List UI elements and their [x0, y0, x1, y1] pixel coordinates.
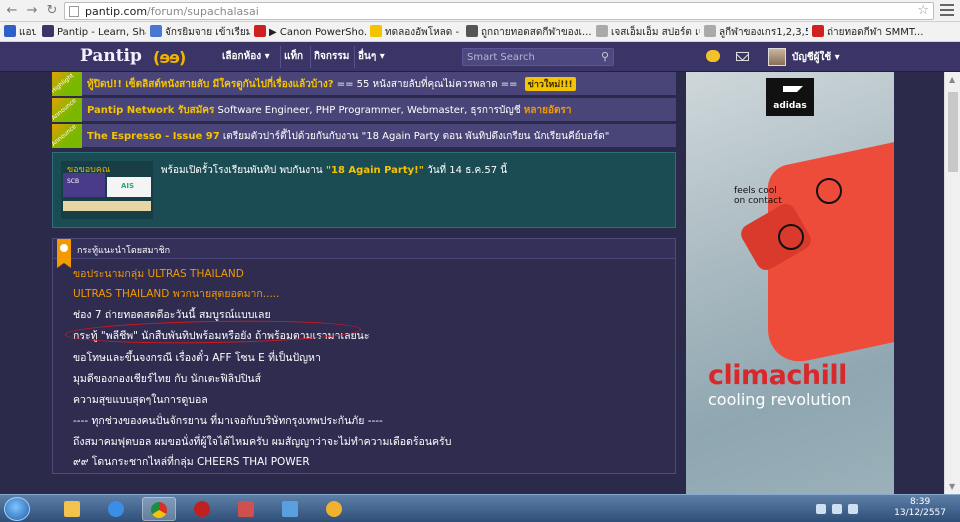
scroll-thumb[interactable] — [948, 92, 958, 172]
topic-link[interactable]: ความสุขแบบสุดๆในการดูบอล — [73, 391, 208, 408]
promo-shelf — [63, 201, 151, 211]
chat-icon[interactable] — [706, 50, 720, 62]
smart-search[interactable]: ⚲ — [462, 48, 614, 66]
bookmark-apps[interactable]: แอป — [4, 25, 36, 39]
user-menu[interactable]: บัญชีผู้ใช้ ▾ — [792, 50, 840, 65]
ribbon-icon — [57, 239, 71, 268]
topic-link[interactable]: มุมดีของกองเชียร์ไทย กับ นักเตะฟิลิปปินส… — [73, 370, 261, 387]
announcement-row[interactable]: Announce Pantip Network รับสมัคร Softwar… — [52, 98, 676, 122]
bookmark-5[interactable]: ถูกถายทอดสดกีฬาของเ... — [466, 25, 592, 39]
page-icon — [596, 25, 608, 37]
browser-toolbar: ← → ↻ pantip.com/forum/supachalasai ☆ — [0, 0, 960, 22]
topic-link[interactable]: ---- ทุกช่วงของคนปั่นจักรยาน ที่มาเจอกับ… — [73, 412, 383, 429]
url-text: pantip.com/forum/supachalasai — [85, 5, 259, 18]
page-icon — [704, 25, 716, 37]
tv-icon — [812, 25, 824, 37]
clock[interactable]: 8:39 13/12/2557 — [894, 497, 946, 519]
explorer-taskbar-icon[interactable] — [56, 497, 90, 521]
announcement-row[interactable]: Highlight ทู้ปิดป!! เซ็ตลิสต์หนังสายลับ … — [52, 72, 676, 96]
star-icon — [370, 25, 382, 37]
sponsor-card-scb: SCB — [63, 173, 105, 197]
system-tray: 8:39 13/12/2557 — [810, 495, 960, 522]
bookmark-2[interactable]: จักรยิมจาย เข้าเรียมชัน... — [150, 25, 250, 39]
announcement-row[interactable]: Announce The Espresso - Issue 97 เตรียมต… — [52, 124, 676, 148]
bookmarks-bar: แอป Pantip - Learn, Shar... จักรยิมจาย เ… — [0, 22, 960, 42]
app-taskbar-icon[interactable] — [318, 497, 352, 521]
nav-choose-room[interactable]: เลือกห้อง ▾ — [222, 42, 270, 72]
flag-icon[interactable] — [848, 504, 858, 514]
topic-link[interactable]: ๙๙ โดนกระชากไหล่ที่กลุ่ม CHEERS THAI POW… — [73, 453, 310, 470]
ad-callout-dot — [778, 224, 804, 250]
pantip-icon — [42, 25, 54, 37]
network-icon[interactable] — [816, 504, 826, 514]
owl-icon — [466, 25, 478, 37]
ad-headline: climachill — [708, 360, 847, 391]
topic-link[interactable]: ขอโทษและขึ้นจงกรณี เรื่องตั๋ว AFF โซน E … — [73, 349, 321, 366]
mail-icon[interactable] — [736, 52, 749, 61]
taskbar: 8:39 13/12/2557 — [0, 494, 960, 522]
announcement-text[interactable]: Pantip Network รับสมัคร Software Enginee… — [87, 103, 571, 118]
snipping-taskbar-icon[interactable] — [230, 497, 264, 521]
bookmark-6[interactable]: เจสเอ็มเอ็ม สปอร์ต เจ... — [596, 25, 700, 39]
forward-icon[interactable]: → — [24, 3, 40, 19]
media-taskbar-icon[interactable] — [186, 497, 220, 521]
site-header: Pantip (ɘɘ) เลือกห้อง ▾ แท็ก กิจกรรม อื่… — [0, 42, 960, 72]
main-content: Highlight ทู้ปิดป!! เซ็ตลิสต์หนังสายลับ … — [52, 72, 676, 522]
paint-taskbar-icon[interactable] — [274, 497, 308, 521]
sponsor-card-ais: AIS — [107, 177, 151, 197]
topic-link[interactable]: ถึงสมาคมฟุตบอล ผมขอนั่งที่ผู้ใจได้ไหมครั… — [73, 433, 451, 450]
reload-icon[interactable]: ↻ — [44, 3, 60, 19]
promo-image[interactable]: ขอขอบคุณ SCB AIS — [61, 161, 153, 219]
page-icon — [150, 25, 162, 37]
ad-tagline: cooling revolution — [708, 390, 852, 409]
recommended-header: กระทู้แนะนำโดยสมาชิก — [53, 239, 675, 268]
recommended-topics: กระทู้แนะนำโดยสมาชิก ขอประนามกลุ่ม ULTRA… — [52, 238, 676, 474]
scroll-up-icon[interactable]: ▲ — [949, 75, 955, 84]
recommended-title: กระทู้แนะนำโดยสมาชิก — [77, 246, 171, 256]
chrome-taskbar-icon[interactable] — [142, 497, 176, 521]
bookmark-7[interactable]: ลูกีฬาของเกร1,2,3,5,6,7 — [704, 25, 808, 39]
back-icon[interactable]: ← — [4, 3, 20, 19]
announcement-text[interactable]: The Espresso - Issue 97 เตรียมตัวปาร์ตี้… — [87, 129, 609, 144]
avatar[interactable] — [768, 48, 786, 66]
nav-more[interactable]: อื่นๆ ▾ — [354, 42, 385, 72]
search-icon[interactable]: ⚲ — [601, 50, 609, 63]
address-bar[interactable]: pantip.com/forum/supachalasai ☆ — [64, 2, 934, 20]
search-input[interactable] — [467, 50, 595, 64]
topic-link[interactable]: ULTRAS THAILAND พวกนายสุดยอดมาก..... — [73, 285, 279, 302]
promo-text[interactable]: พร้อมเปิดรั้วโรงเรียนพันทิป พบกันงาน "18… — [161, 163, 507, 178]
page-scrollbar[interactable]: ▲ ▼ — [944, 72, 960, 494]
scroll-down-icon[interactable]: ▼ — [949, 482, 955, 491]
bookmark-4[interactable]: ทดลองอัพโหลด - Vi... — [370, 25, 462, 39]
adidas-logo: adidas — [766, 78, 814, 116]
ie-taskbar-icon[interactable] — [100, 497, 134, 521]
promo-banner[interactable]: ขอขอบคุณ SCB AIS พร้อมเปิดรั้วโรงเรียนพั… — [52, 152, 676, 228]
announce-tag: Announce — [52, 124, 82, 148]
bookmark-canon[interactable]: ▶ Canon PowerSho... — [254, 25, 366, 39]
nav-tags[interactable]: แท็ก — [280, 42, 303, 72]
ad-copy: feels cool on contact — [734, 186, 782, 206]
highlight-tag: Highlight — [52, 72, 82, 96]
logo-mark: (ɘɘ) — [153, 48, 186, 67]
adidas-ad[interactable]: adidas feels cool on contact climachill c… — [686, 72, 894, 522]
topic-link[interactable]: ขอประนามกลุ่ม ULTRAS THAILAND — [73, 265, 244, 282]
chrome-menu-icon[interactable] — [940, 4, 954, 18]
volume-icon[interactable] — [832, 504, 842, 514]
bookmark-8[interactable]: ถ่ายทอดกีฬา SMMT... — [812, 25, 956, 39]
announce-tag: Announce — [52, 98, 82, 122]
nav-activities[interactable]: กิจกรรม — [310, 42, 349, 72]
bookmark-star-icon[interactable]: ☆ — [917, 3, 929, 18]
youtube-icon — [254, 25, 266, 37]
start-button[interactable] — [4, 497, 30, 521]
bookmark-pantip[interactable]: Pantip - Learn, Shar... — [42, 25, 146, 39]
page-icon — [69, 6, 79, 17]
announcement-text[interactable]: ทู้ปิดป!! เซ็ตลิสต์หนังสายลับ มีใครดูกัน… — [87, 77, 576, 92]
ad-callout-dot — [816, 178, 842, 204]
new-badge: ข่าวใหม่!!! — [524, 77, 576, 91]
site-logo[interactable]: Pantip — [80, 46, 142, 66]
apps-icon — [4, 25, 16, 37]
